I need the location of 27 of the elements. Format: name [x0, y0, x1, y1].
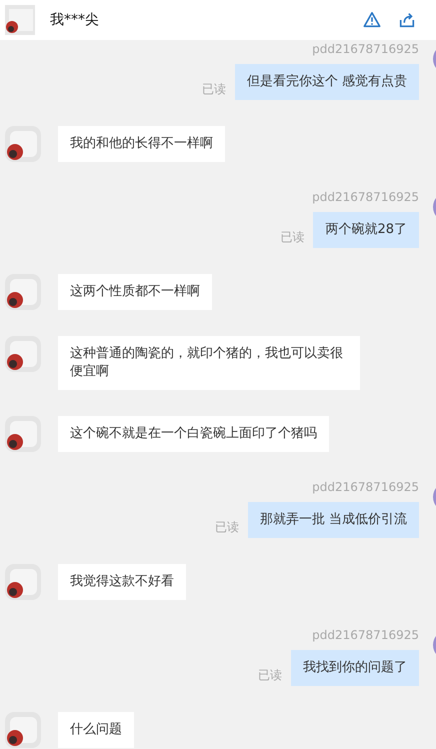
avatar [5, 564, 41, 600]
sender-name: pdd21678716925 [312, 41, 419, 58]
contact-name: 我***尖 [50, 11, 99, 29]
avatar [5, 416, 41, 452]
warning-icon[interactable] [363, 11, 381, 29]
message-bubble: 但是看完你这个 感觉有点贵 [234, 64, 419, 100]
sender-name: pdd21678716925 [312, 479, 419, 496]
read-status: 已读 [258, 667, 282, 684]
message-bubble: 这两个性质都不一样啊 [58, 274, 212, 310]
read-status: 已读 [202, 81, 226, 98]
message-bubble: 什么问题 [58, 712, 134, 748]
sender-name: pdd21678716925 [312, 627, 419, 644]
avatar [5, 126, 41, 162]
read-status: 已读 [214, 519, 239, 536]
message-bubble: 我找到你的问题了 [291, 650, 419, 686]
message-bubble: 那就弄一批 当成低价引流 [248, 502, 419, 538]
read-status: 已读 [280, 229, 304, 246]
sender-name: pdd21678716925 [312, 189, 419, 206]
avatar [5, 5, 35, 35]
message-bubble: 这个碗不就是在一个白瓷碗上面印了个猪吗 [58, 416, 329, 452]
message-bubble: 我觉得这款不好看 [58, 564, 186, 600]
share-icon[interactable] [398, 11, 416, 29]
avatar [5, 274, 41, 310]
message-bubble: 两个碗就28了 [313, 212, 419, 248]
avatar [5, 336, 41, 372]
message-bubble: 我的和他的长得不一样啊 [58, 126, 225, 162]
message-bubble: 这种普通的陶瓷的，就印个猪的，我也可以卖很便宜啊 [58, 336, 360, 390]
